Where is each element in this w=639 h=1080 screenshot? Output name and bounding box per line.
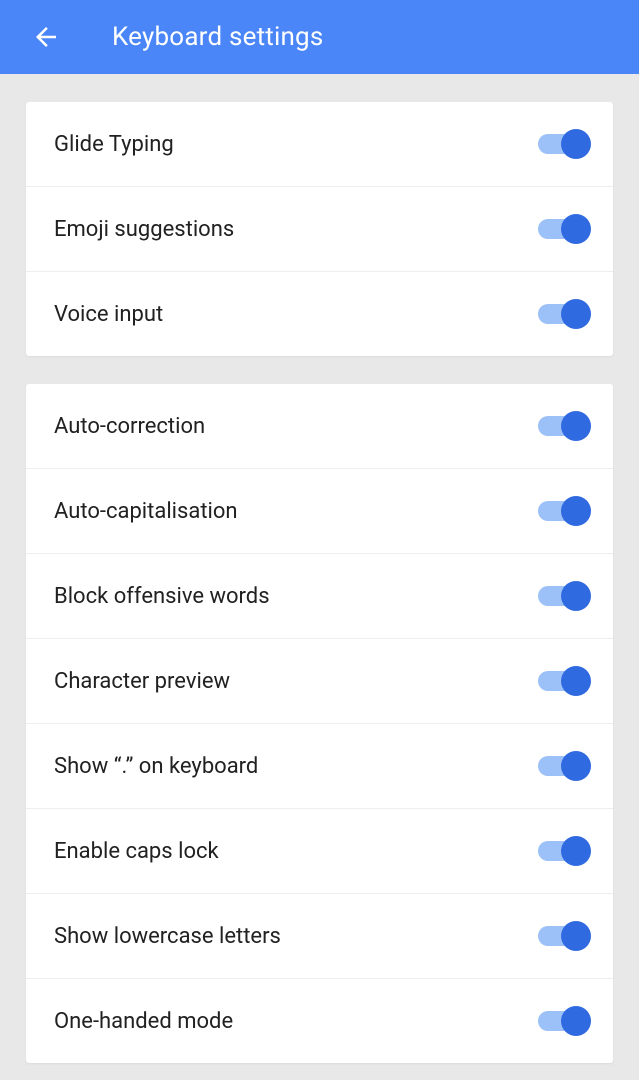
row-one-handed-mode[interactable]: One-handed mode <box>26 979 613 1063</box>
page-title: Keyboard settings <box>112 22 323 52</box>
arrow-left-icon <box>31 22 61 52</box>
row-label: Auto-correction <box>54 414 205 439</box>
toggle-block-offensive-words[interactable] <box>538 581 591 611</box>
toggle-thumb <box>561 836 591 866</box>
row-label: Emoji suggestions <box>54 217 234 242</box>
toggle-auto-capitalisation[interactable] <box>538 496 591 526</box>
toggle-enable-caps-lock[interactable] <box>538 836 591 866</box>
row-label: Enable caps lock <box>54 839 219 864</box>
row-label: Glide Typing <box>54 132 174 157</box>
row-auto-correction[interactable]: Auto-correction <box>26 384 613 469</box>
toggle-show-lowercase-letters[interactable] <box>538 921 591 951</box>
row-label: Show lowercase letters <box>54 924 281 949</box>
toggle-auto-correction[interactable] <box>538 411 591 441</box>
toggle-thumb <box>561 496 591 526</box>
toggle-character-preview[interactable] <box>538 666 591 696</box>
toggle-thumb <box>561 666 591 696</box>
toggle-one-handed-mode[interactable] <box>538 1006 591 1036</box>
toggle-thumb <box>561 921 591 951</box>
back-button[interactable] <box>28 19 64 55</box>
row-emoji-suggestions[interactable]: Emoji suggestions <box>26 187 613 272</box>
row-enable-caps-lock[interactable]: Enable caps lock <box>26 809 613 894</box>
row-show-period-on-keyboard[interactable]: Show “.” on keyboard <box>26 724 613 809</box>
row-block-offensive-words[interactable]: Block offensive words <box>26 554 613 639</box>
row-label: Auto-capitalisation <box>54 499 238 524</box>
toggle-thumb <box>561 751 591 781</box>
row-show-lowercase-letters[interactable]: Show lowercase letters <box>26 894 613 979</box>
row-character-preview[interactable]: Character preview <box>26 639 613 724</box>
toggle-thumb <box>561 411 591 441</box>
row-label: Show “.” on keyboard <box>54 754 258 779</box>
toggle-emoji-suggestions[interactable] <box>538 214 591 244</box>
section-1: Glide Typing Emoji suggestions Voice inp… <box>26 102 613 356</box>
toggle-show-period[interactable] <box>538 751 591 781</box>
toggle-thumb <box>561 214 591 244</box>
toggle-thumb <box>561 581 591 611</box>
toggle-thumb <box>561 129 591 159</box>
toggle-glide-typing[interactable] <box>538 129 591 159</box>
row-glide-typing[interactable]: Glide Typing <box>26 102 613 187</box>
row-label: Block offensive words <box>54 584 270 609</box>
toggle-thumb <box>561 299 591 329</box>
toggle-thumb <box>561 1006 591 1036</box>
settings-content: Glide Typing Emoji suggestions Voice inp… <box>0 74 639 1063</box>
section-2: Auto-correction Auto-capitalisation Bloc… <box>26 384 613 1063</box>
row-label: Character preview <box>54 669 230 694</box>
row-label: Voice input <box>54 302 163 327</box>
app-header: Keyboard settings <box>0 0 639 74</box>
toggle-voice-input[interactable] <box>538 299 591 329</box>
row-voice-input[interactable]: Voice input <box>26 272 613 356</box>
row-auto-capitalisation[interactable]: Auto-capitalisation <box>26 469 613 554</box>
row-label: One-handed mode <box>54 1009 233 1034</box>
